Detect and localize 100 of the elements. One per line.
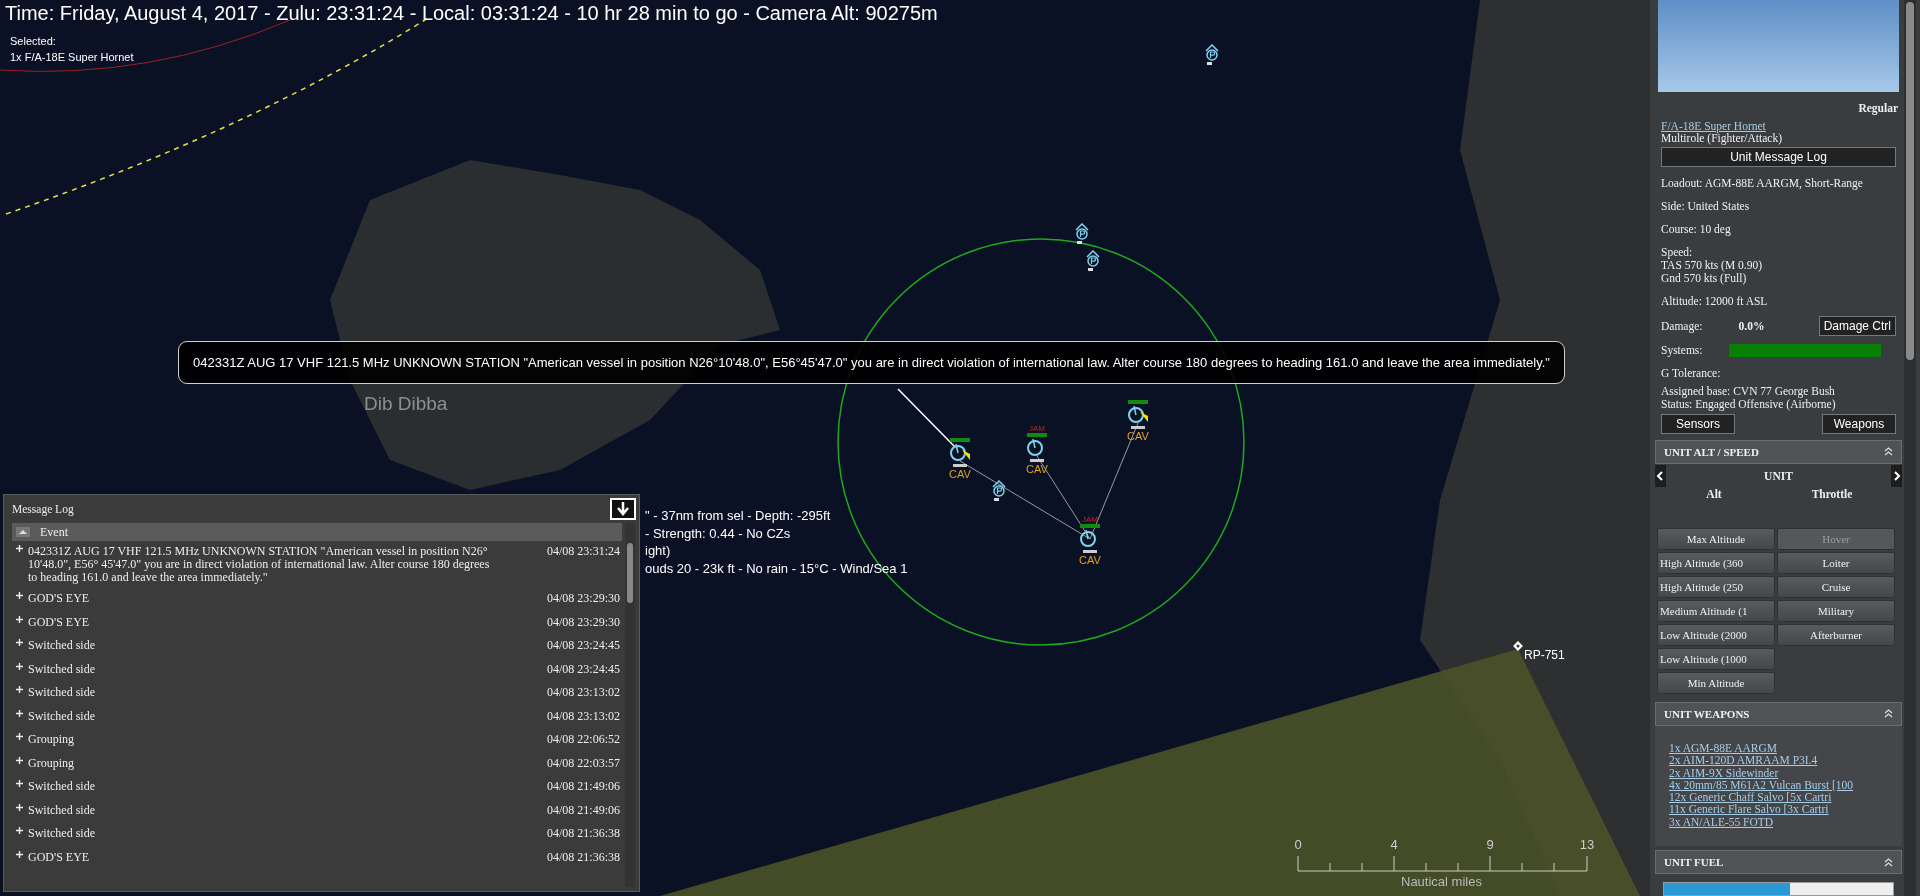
damage-control-button[interactable]: Damage Ctrl bbox=[1818, 316, 1896, 336]
contact-marker-icon[interactable] bbox=[1074, 223, 1090, 245]
log-timestamp: 04/08 23:29:30 bbox=[547, 615, 620, 631]
scrollbar[interactable] bbox=[625, 523, 635, 887]
unit-name-link[interactable]: F/A-18E Super Hornet bbox=[1661, 120, 1766, 132]
unit-role-text: Multirole (Fighter/Attack) bbox=[1660, 132, 1784, 144]
sort-arrow-icon[interactable] bbox=[16, 527, 30, 537]
section-title: UNIT WEAPONS bbox=[1664, 708, 1750, 720]
health-bar bbox=[1080, 524, 1100, 528]
unit-status-text: Status: Engaged Offensive (Airborne) bbox=[1661, 398, 1837, 411]
map-readout-text: " - 37nm from sel - Depth: -295ft bbox=[645, 508, 831, 523]
expand-icon[interactable] bbox=[16, 592, 23, 599]
unit-status-text: Assigned base: CVN 77 George Bush bbox=[1661, 385, 1836, 398]
section-title: UNIT ALT / SPEED bbox=[1664, 446, 1759, 458]
collapse-icon[interactable] bbox=[1884, 857, 1893, 867]
log-event-text: Switched side bbox=[28, 709, 95, 723]
expand-icon[interactable] bbox=[16, 709, 23, 717]
expand-icon[interactable] bbox=[16, 850, 23, 858]
health-bar bbox=[950, 438, 970, 442]
unit-message-log-button[interactable]: Unit Message Log bbox=[1661, 147, 1896, 167]
weapon-link[interactable]: 2x AIM-9X Sidewinder bbox=[1669, 766, 1888, 779]
expand-icon[interactable] bbox=[16, 780, 23, 787]
column-title: Event bbox=[40, 524, 68, 540]
section-header[interactable]: UNIT WEAPONS bbox=[1655, 702, 1902, 726]
expand-icon[interactable] bbox=[16, 686, 23, 693]
reference-point-label: RP-751 bbox=[1524, 648, 1565, 662]
unit-plate bbox=[1030, 459, 1044, 462]
previous-unit-button[interactable] bbox=[1655, 465, 1666, 487]
damage-value: 0.0% bbox=[1738, 320, 1765, 332]
altitude-button[interactable]: Low Altitude (2000 bbox=[1657, 624, 1775, 646]
reference-point-icon[interactable] bbox=[1513, 641, 1523, 651]
panel-button[interactable]: Weapons bbox=[1822, 414, 1896, 434]
panel-button[interactable]: Sensors bbox=[1661, 414, 1735, 434]
section-header[interactable]: UNIT FUEL bbox=[1655, 850, 1902, 875]
throttle-button[interactable]: Loiter bbox=[1777, 552, 1895, 574]
next-unit-button[interactable] bbox=[1891, 465, 1902, 487]
throttle-button[interactable]: Afterburner bbox=[1777, 624, 1895, 646]
log-event-text: GOD'S EYE bbox=[28, 850, 90, 864]
altitude-button[interactable]: Max Altitude bbox=[1657, 528, 1775, 550]
altitude-button[interactable]: High Altitude (250 bbox=[1657, 576, 1775, 598]
place-label: Dib Dibba bbox=[364, 393, 448, 415]
contact-marker-icon[interactable] bbox=[1085, 250, 1101, 272]
unit-info-text: Course: 10 deg bbox=[1661, 223, 1732, 236]
expand-icon[interactable] bbox=[16, 827, 23, 834]
column-heading: Throttle bbox=[1811, 488, 1853, 500]
log-title: Message Log bbox=[12, 503, 74, 515]
expand-icon[interactable] bbox=[16, 639, 23, 646]
unit-label: CAV bbox=[949, 468, 971, 480]
log-timestamp: 04/08 21:49:06 bbox=[547, 803, 620, 819]
altitude-button[interactable]: Min Altitude bbox=[1657, 672, 1775, 694]
jam-tag: JAM bbox=[1029, 424, 1045, 433]
unit-info-text: Side: United States bbox=[1661, 200, 1751, 213]
collapse-icon[interactable] bbox=[1884, 709, 1893, 719]
log-event-text: 042331Z AUG 17 VHF 121.5 MHz UNKNOWN STATION "American vessel in position N26° 10'48.0", E56° 45'47.0" you are in direct violation of international law. Alter course 180 degrees to heading 161.0 and leave the area immediately." bbox=[28, 545, 491, 584]
selected-label: Selected: bbox=[10, 35, 56, 47]
unit-plate bbox=[953, 464, 967, 467]
log-event-text: Switched side bbox=[28, 803, 95, 817]
unit-info-text: Gnd 570 kts (Full) bbox=[1661, 272, 1748, 285]
expand-icon[interactable] bbox=[16, 545, 23, 552]
contact-marker-icon[interactable] bbox=[1204, 44, 1220, 66]
expand-icon[interactable] bbox=[16, 662, 23, 670]
scale-tick-label: 4 bbox=[1389, 837, 1399, 852]
log-timestamp: 04/08 23:13:02 bbox=[547, 709, 620, 725]
weapon-link[interactable]: 1x AGM-88E AARGM bbox=[1669, 742, 1888, 755]
altitude-button[interactable]: Medium Altitude (1 bbox=[1657, 600, 1775, 622]
scroll-to-bottom-button[interactable] bbox=[610, 498, 636, 520]
expand-icon[interactable] bbox=[16, 615, 23, 623]
g-tolerance-label: G Tolerance: bbox=[1660, 367, 1722, 379]
jam-tag: JAM bbox=[1082, 515, 1098, 524]
contact-marker-icon[interactable] bbox=[991, 480, 1007, 502]
section-title: UNIT FUEL bbox=[1664, 856, 1724, 869]
map-readout-text: - Strength: 0.44 - No CZs bbox=[645, 525, 791, 541]
weapon-link[interactable]: 11x Generic Flare Salvo [3x Cartri bbox=[1669, 803, 1888, 816]
unit-label: CAV bbox=[1079, 554, 1101, 566]
expand-icon[interactable] bbox=[16, 803, 23, 811]
throttle-button[interactable]: Military bbox=[1777, 600, 1895, 622]
expand-icon[interactable] bbox=[16, 733, 23, 740]
collapse-icon[interactable] bbox=[1884, 447, 1893, 457]
unit-plate bbox=[1083, 550, 1097, 553]
log-event-text: GOD'S EYE bbox=[28, 615, 90, 629]
altitude-button[interactable]: High Altitude (360 bbox=[1657, 552, 1775, 574]
log-event-text: Switched side bbox=[28, 639, 95, 652]
weapon-link[interactable]: 2x AIM-120D AMRAAM P3I.4 bbox=[1669, 754, 1888, 767]
expand-icon[interactable] bbox=[16, 756, 23, 764]
section-header[interactable]: UNIT ALT / SPEED bbox=[1655, 440, 1902, 464]
throttle-button[interactable]: Cruise bbox=[1777, 576, 1895, 598]
weapon-link[interactable]: 4x 20mm/85 M61A2 Vulcan Burst [100 bbox=[1669, 778, 1888, 792]
altitude-button[interactable]: Low Altitude (1000 bbox=[1657, 648, 1775, 670]
weapon-link[interactable]: 3x AN/ALE-55 FOTD bbox=[1669, 815, 1888, 829]
unit-plate bbox=[1131, 426, 1145, 429]
leader-line bbox=[897, 388, 956, 448]
unit-info-text: TAS 570 kts (M 0.90) bbox=[1661, 259, 1763, 272]
weapon-link[interactable]: 12x Generic Chaff Salvo [5x Cartri bbox=[1669, 791, 1888, 804]
column-header[interactable]: Event bbox=[12, 523, 622, 541]
scrollbar[interactable] bbox=[1904, 0, 1916, 896]
log-timestamp: 04/08 22:06:52 bbox=[547, 733, 620, 748]
unit-label: CAV bbox=[1127, 430, 1149, 442]
unit-info-text: Loadout: AGM-88E AARGM, Short-Range bbox=[1661, 177, 1864, 190]
map-readout-text: ouds 20 - 23k ft - No rain - 15°C - Wind/Sea 1 bbox=[645, 560, 908, 576]
log-event-text: Switched side bbox=[28, 686, 95, 699]
